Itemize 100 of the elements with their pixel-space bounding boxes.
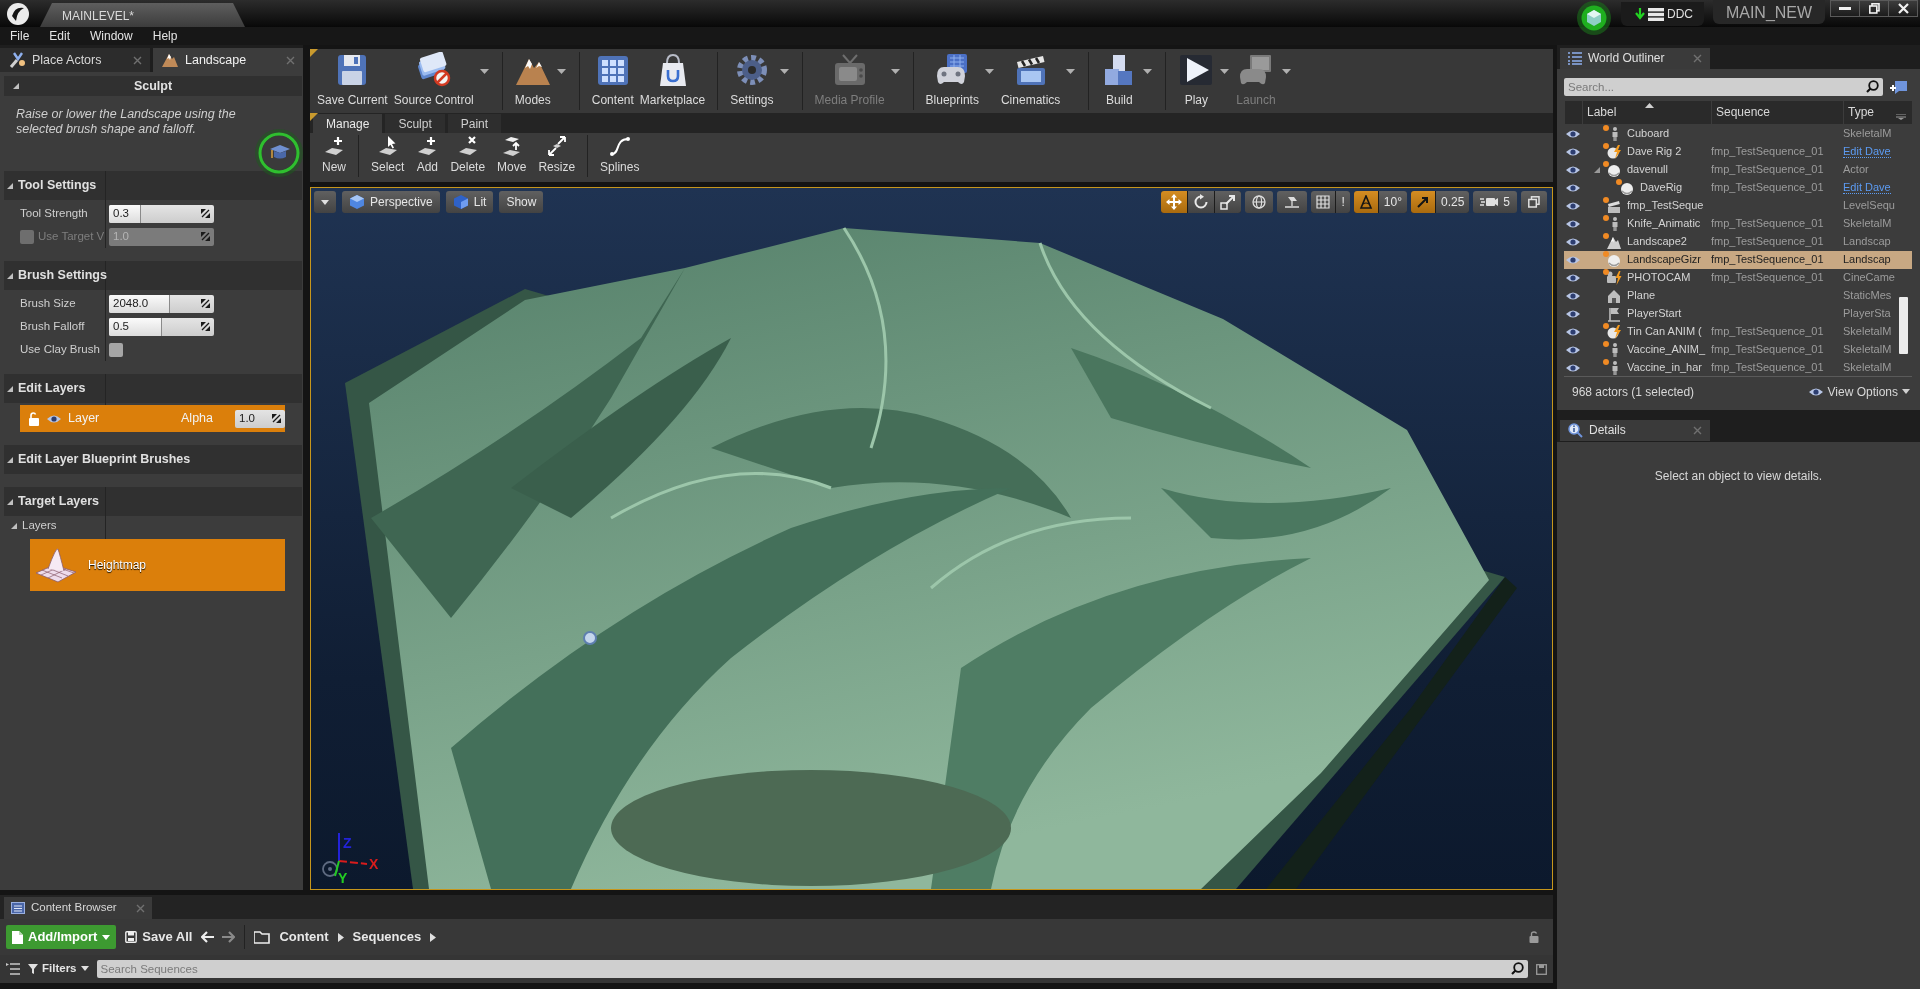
save-all-button[interactable]: Save All: [122, 929, 196, 945]
expander-icon[interactable]: [1594, 166, 1601, 174]
breadcrumb-button[interactable]: Content: [276, 929, 332, 945]
resize-corner-icon[interactable]: [272, 413, 281, 423]
snap-toggle-button[interactable]: [1410, 191, 1435, 213]
search-icon[interactable]: [1866, 80, 1879, 93]
panel-tab[interactable]: Content Browser: [4, 897, 152, 919]
outliner-row[interactable]: DaveRig fmp_TestSequence_01 Edit Dave: [1564, 179, 1912, 197]
outliner-row[interactable]: Knife_Animatic fmp_TestSequence_01 SkeletalM: [1564, 215, 1912, 233]
tool-button[interactable]: Add: [410, 135, 445, 175]
panel-tab[interactable]: Place Actors: [0, 48, 150, 72]
toolbar-button[interactable]: Source Control: [390, 52, 477, 110]
outliner-row[interactable]: Vaccine_in_har fmp_TestSequence_01 SkeletalM: [1564, 359, 1912, 377]
tool-button[interactable]: New: [316, 135, 352, 175]
sphere-marker-icon[interactable]: [583, 631, 597, 645]
section-header[interactable]: Target Layers: [4, 487, 302, 516]
menu-item[interactable]: File: [0, 27, 40, 45]
tool-button[interactable]: Select: [365, 135, 411, 175]
panel-tab[interactable]: World Outliner: [1560, 48, 1710, 69]
outliner-row[interactable]: Plane StaticMes: [1564, 287, 1912, 305]
view-options-button[interactable]: View Options: [1807, 384, 1910, 400]
expander-icon[interactable]: [6, 181, 14, 190]
eye-icon[interactable]: [1565, 273, 1581, 283]
column-menu-icon[interactable]: [1896, 114, 1906, 120]
edit-link[interactable]: Edit Dave: [1843, 181, 1891, 195]
number-field[interactable]: 1.0: [235, 409, 285, 428]
snap-value-button[interactable]: !: [1336, 191, 1350, 213]
outliner-row[interactable]: PlayerStart PlayerSta: [1564, 305, 1912, 323]
section-header[interactable]: Edit Layer Blueprint Brushes: [4, 445, 302, 474]
toolbar-button[interactable]: Cinematics: [997, 52, 1064, 110]
minimize-button[interactable]: [1830, 0, 1860, 17]
slider-fill[interactable]: [109, 317, 162, 336]
transform-tool-button[interactable]: [1215, 191, 1242, 213]
show-button[interactable]: Show: [499, 191, 544, 213]
tool-button[interactable]: Resize: [532, 135, 582, 175]
restore-button[interactable]: [1859, 0, 1889, 17]
snap-value-button[interactable]: 0.25: [1435, 191, 1470, 213]
menu-item[interactable]: Window: [80, 27, 143, 45]
transform-tool-button[interactable]: [1188, 191, 1215, 213]
eye-icon[interactable]: [1565, 165, 1581, 175]
eye-icon[interactable]: [1565, 291, 1581, 301]
open-lock-icon[interactable]: [1529, 931, 1539, 943]
toolbar-button[interactable]: Build: [1098, 52, 1141, 110]
folder-icon[interactable]: [254, 930, 271, 944]
outliner-row[interactable]: davenull fmp_TestSequence_01 Actor: [1564, 161, 1912, 179]
column-header[interactable]: Label: [1582, 101, 1711, 124]
toolbar-button[interactable]: Content: [588, 52, 637, 110]
column-header[interactable]: Sequence: [1711, 101, 1843, 124]
panel-tab[interactable]: Details: [1560, 420, 1710, 441]
eye-icon[interactable]: [1565, 345, 1581, 355]
caret-icon[interactable]: [80, 966, 89, 972]
add-import-button[interactable]: Add/Import: [6, 925, 117, 949]
outliner-row[interactable]: Landscape2 fmp_TestSequence_01 Landscap: [1564, 233, 1912, 251]
toolbar-button[interactable]: Blueprints: [922, 52, 982, 110]
eye-icon[interactable]: [1565, 363, 1581, 373]
transform-tool-button[interactable]: [1161, 191, 1188, 213]
forward-arrow-icon[interactable]: [221, 931, 236, 943]
section-header[interactable]: Edit Layers: [4, 374, 302, 403]
panel-tab[interactable]: Landscape: [153, 48, 303, 72]
chevron-icon[interactable]: [337, 932, 344, 942]
level-tab[interactable]: MAINLEVEL*: [40, 3, 245, 27]
eye-icon[interactable]: [1565, 219, 1581, 229]
edit-link[interactable]: Edit Dave: [1843, 145, 1891, 159]
resize-corner-icon[interactable]: [201, 208, 210, 218]
breadcrumb-button[interactable]: Sequences: [349, 929, 425, 945]
bubble-plus-icon[interactable]: [1890, 79, 1908, 95]
tool-button[interactable]: Move: [491, 135, 533, 175]
caret-icon[interactable]: [321, 199, 329, 205]
close-button[interactable]: [1888, 0, 1918, 17]
section-header[interactable]: Tool Settings: [4, 171, 302, 200]
surface-snap-button[interactable]: [1277, 191, 1308, 213]
eye-icon[interactable]: [1565, 255, 1581, 265]
caret-icon[interactable]: [1143, 69, 1153, 74]
tool-button[interactable]: Delete: [444, 135, 492, 175]
slider-field[interactable]: 0.3: [109, 204, 214, 223]
caret-icon[interactable]: [1066, 69, 1076, 74]
lighting-button[interactable]: Lit: [445, 191, 494, 213]
slider-field[interactable]: 0.5: [109, 317, 214, 336]
maximize-viewport-button[interactable]: [1521, 191, 1547, 213]
search-icon[interactable]: [1511, 962, 1524, 975]
menu-item[interactable]: Help: [142, 27, 188, 45]
slider-fill[interactable]: [109, 204, 141, 223]
outliner-row[interactable]: LandscapeGizr fmp_TestSequence_01 Landscap: [1564, 251, 1912, 269]
column-header[interactable]: Type: [1843, 101, 1912, 124]
outliner-row[interactable]: Vaccine_ANIM_ fmp_TestSequence_01 SkeletalM: [1564, 341, 1912, 359]
sort-arrow-icon[interactable]: [1645, 103, 1654, 108]
close-icon[interactable]: [133, 55, 142, 65]
caret-icon[interactable]: [556, 69, 566, 74]
mode-tab[interactable]: Sculpt: [385, 114, 445, 133]
snap-toggle-button[interactable]: [1353, 191, 1378, 213]
expander-icon[interactable]: [10, 522, 18, 530]
eye-icon[interactable]: [1565, 147, 1581, 157]
caret-icon[interactable]: [1220, 69, 1230, 74]
eye-icon[interactable]: [1565, 237, 1581, 247]
view-mode-button[interactable]: Perspective: [342, 191, 440, 213]
eye-icon[interactable]: [1565, 309, 1581, 319]
eye-icon[interactable]: [46, 413, 62, 424]
resize-corner-icon[interactable]: [201, 321, 210, 331]
toolbar-button[interactable]: Modes: [511, 52, 554, 110]
expander-icon[interactable]: [6, 455, 14, 464]
